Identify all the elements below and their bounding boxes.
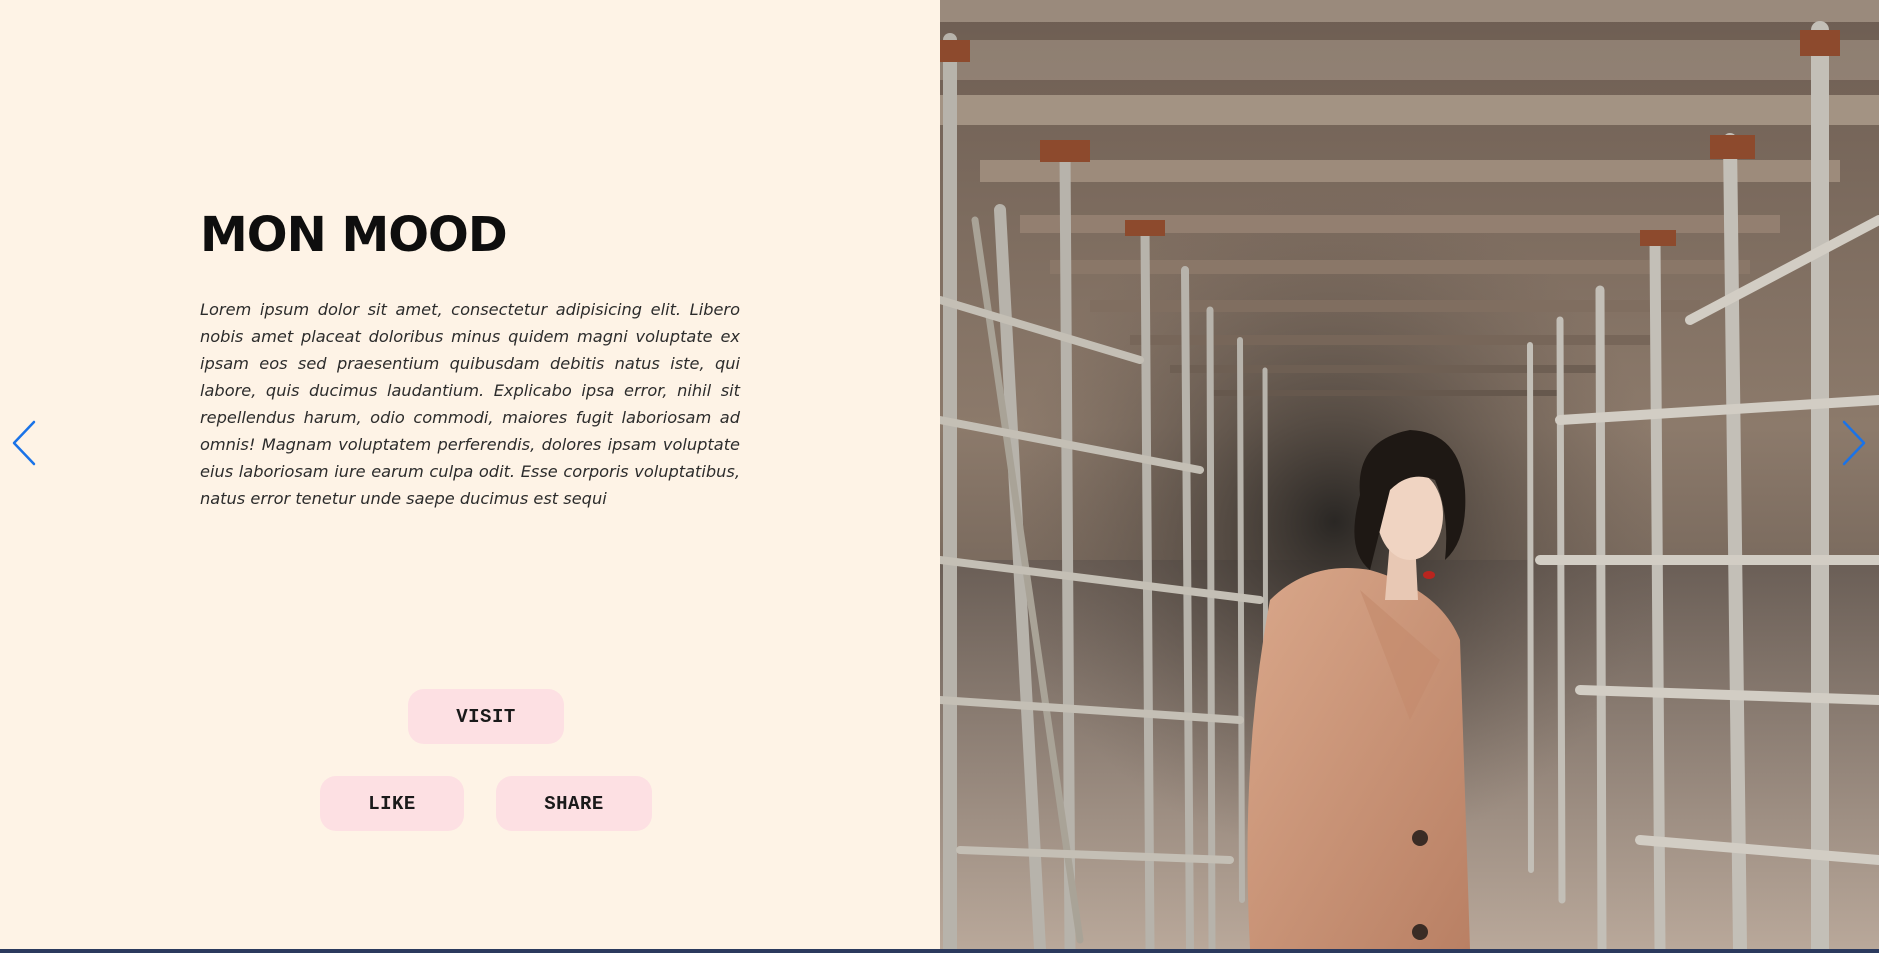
- slide-title: MON MOOD: [200, 207, 508, 263]
- next-slide-button[interactable]: [1839, 418, 1869, 468]
- like-button[interactable]: LIKE: [320, 776, 464, 831]
- slide-photo: [940, 0, 1879, 949]
- bottom-border: [0, 949, 1879, 953]
- carousel-slide: MON MOOD Lorem ipsum dolor sit amet, con…: [0, 0, 1879, 949]
- photo-woman-in-scaffolding: [940, 0, 1879, 949]
- text-panel: MON MOOD Lorem ipsum dolor sit amet, con…: [0, 0, 940, 949]
- visit-button[interactable]: VISIT: [408, 689, 564, 744]
- share-button[interactable]: SHARE: [496, 776, 652, 831]
- previous-slide-button[interactable]: [9, 418, 39, 468]
- slide-description: Lorem ipsum dolor sit amet, consectetur …: [200, 300, 740, 508]
- chevron-left-icon: [12, 420, 36, 466]
- chevron-right-icon: [1842, 420, 1866, 466]
